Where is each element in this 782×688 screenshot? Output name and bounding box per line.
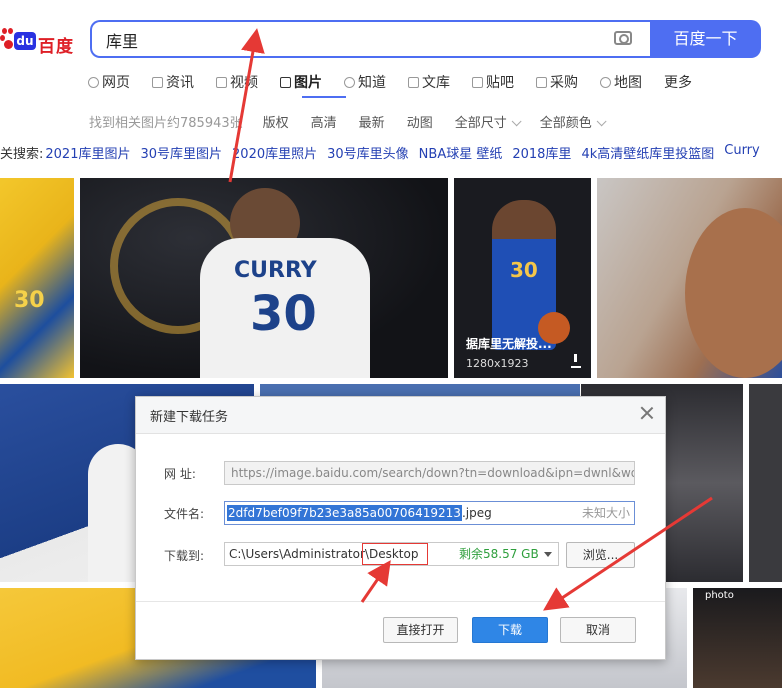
tab-more[interactable]: 更多 [664, 70, 692, 94]
jersey-number: 30 [510, 258, 538, 282]
url-label: 网 址: [164, 467, 196, 481]
image-icon [280, 76, 291, 88]
file-size: 未知大小 [581, 506, 630, 520]
related-link[interactable]: 2020库里照片 [232, 143, 317, 163]
filter-hd[interactable]: 高清 [311, 112, 337, 132]
image-caption: 据库里无解投... [466, 337, 552, 351]
related-link[interactable]: 30号库里头像 [327, 143, 409, 163]
filename-label: 文件名: [164, 507, 205, 521]
url-field: https://image.baidu.com/search/down?tn=d… [224, 461, 635, 485]
vertical-nav: 网页 资讯 视频 图片 知道 文库 贴吧 采购 地图 更多 [88, 70, 714, 94]
jersey-name: CURRY [234, 258, 317, 283]
search-button[interactable]: 百度一下 [650, 20, 761, 58]
download-dialog: 新建下载任务 网 址: https://image.baidu.com/sear… [135, 396, 666, 660]
image-card[interactable]: CURRY 30 [80, 178, 448, 378]
filename-field[interactable]: 2dfd7bef09f7b23e3a85a00706419213.jpeg 未知… [224, 501, 635, 525]
tab-image[interactable]: 图片 [280, 70, 322, 94]
related-link[interactable]: 30号库里图片 [140, 143, 222, 163]
free-space: 剩余58.57 GB [459, 547, 539, 561]
tab-caigou[interactable]: 采购 [536, 70, 578, 94]
player-jersey: CURRY 30 [200, 238, 370, 378]
result-count: 找到相关图片约785943张 [89, 116, 243, 131]
search-input[interactable] [104, 22, 588, 58]
related-link[interactable]: NBA球星 壁纸 [419, 143, 503, 163]
filter-copyright[interactable]: 版权 [263, 112, 289, 132]
image-card[interactable]: 30 [0, 178, 74, 378]
image-card[interactable] [597, 178, 782, 378]
tab-wenku[interactable]: 文库 [408, 70, 450, 94]
dialog-title: 新建下载任务 [150, 410, 229, 425]
tieba-icon [472, 76, 483, 88]
close-icon[interactable] [639, 405, 655, 421]
question-icon [344, 76, 355, 88]
player-face [685, 208, 782, 378]
related-link[interactable]: 4k高清壁纸库里投篮图 [581, 143, 714, 163]
search-box [90, 20, 650, 58]
browse-button[interactable]: 浏览... [566, 542, 635, 568]
related-searches: 关搜索: 2021库里图片 30号库里图片 2020库里照片 30号库里头像 N… [0, 143, 770, 163]
related-link[interactable]: 2021库里图片 [45, 143, 130, 163]
filter-color[interactable]: 全部颜色 [540, 112, 607, 132]
jersey-number: 30 [14, 288, 45, 313]
chevron-down-icon [511, 116, 522, 127]
saveto-label: 下载到: [164, 549, 205, 563]
image-card[interactable] [749, 384, 782, 582]
filter-animated[interactable]: 动图 [407, 112, 433, 132]
desktop-highlight [362, 543, 428, 565]
related-link[interactable]: 2018库里 [512, 143, 571, 163]
image-size: 1280x1923 [466, 357, 529, 370]
filename-selection: 2dfd7bef09f7b23e3a85a00706419213 [227, 505, 462, 521]
tab-tieba[interactable]: 贴吧 [472, 70, 514, 94]
filename-ext: .jpeg [461, 506, 492, 520]
tab-map[interactable]: 地图 [600, 70, 642, 94]
logo-du: du [14, 32, 36, 50]
jersey-number: 30 [250, 286, 317, 342]
dialog-title-bar[interactable]: 新建下载任务 [136, 397, 665, 434]
tab-zhidao[interactable]: 知道 [344, 70, 386, 94]
image-card[interactable] [260, 384, 580, 396]
baidu-logo[interactable]: du 百度 [0, 22, 74, 62]
news-icon [152, 76, 163, 88]
open-directly-button[interactable]: 直接打开 [383, 617, 458, 643]
logo-text: 百度 [38, 37, 74, 57]
filter-size[interactable]: 全部尺寸 [455, 112, 522, 132]
dropdown-arrow-icon [544, 552, 552, 557]
video-icon [216, 76, 227, 88]
cart-icon [536, 76, 547, 88]
doc-icon [408, 76, 419, 88]
tab-web[interactable]: 网页 [88, 70, 130, 94]
related-link[interactable]: Curry [724, 143, 759, 163]
download-button[interactable]: 下载 [472, 617, 548, 643]
camera-icon[interactable] [614, 31, 632, 45]
filter-latest[interactable]: 最新 [359, 112, 385, 132]
download-icon[interactable] [571, 354, 581, 368]
image-card[interactable]: photo [693, 588, 782, 688]
search-icon [88, 76, 99, 88]
chevron-down-icon [596, 116, 607, 127]
active-tab-underline [302, 96, 346, 98]
paw-icon [0, 28, 14, 50]
dialog-divider [136, 601, 665, 602]
filter-bar: 找到相关图片约785943张 版权 高清 最新 动图 全部尺寸 全部颜色 [89, 112, 625, 132]
tab-news[interactable]: 资讯 [152, 70, 194, 94]
tab-video[interactable]: 视频 [216, 70, 258, 94]
cancel-button[interactable]: 取消 [560, 617, 636, 643]
photo-watermark: photo [705, 590, 734, 601]
related-label: 关搜索: [0, 147, 44, 162]
image-card[interactable]: 30 据库里无解投... 1280x1923 [454, 178, 591, 378]
map-icon [600, 76, 611, 88]
